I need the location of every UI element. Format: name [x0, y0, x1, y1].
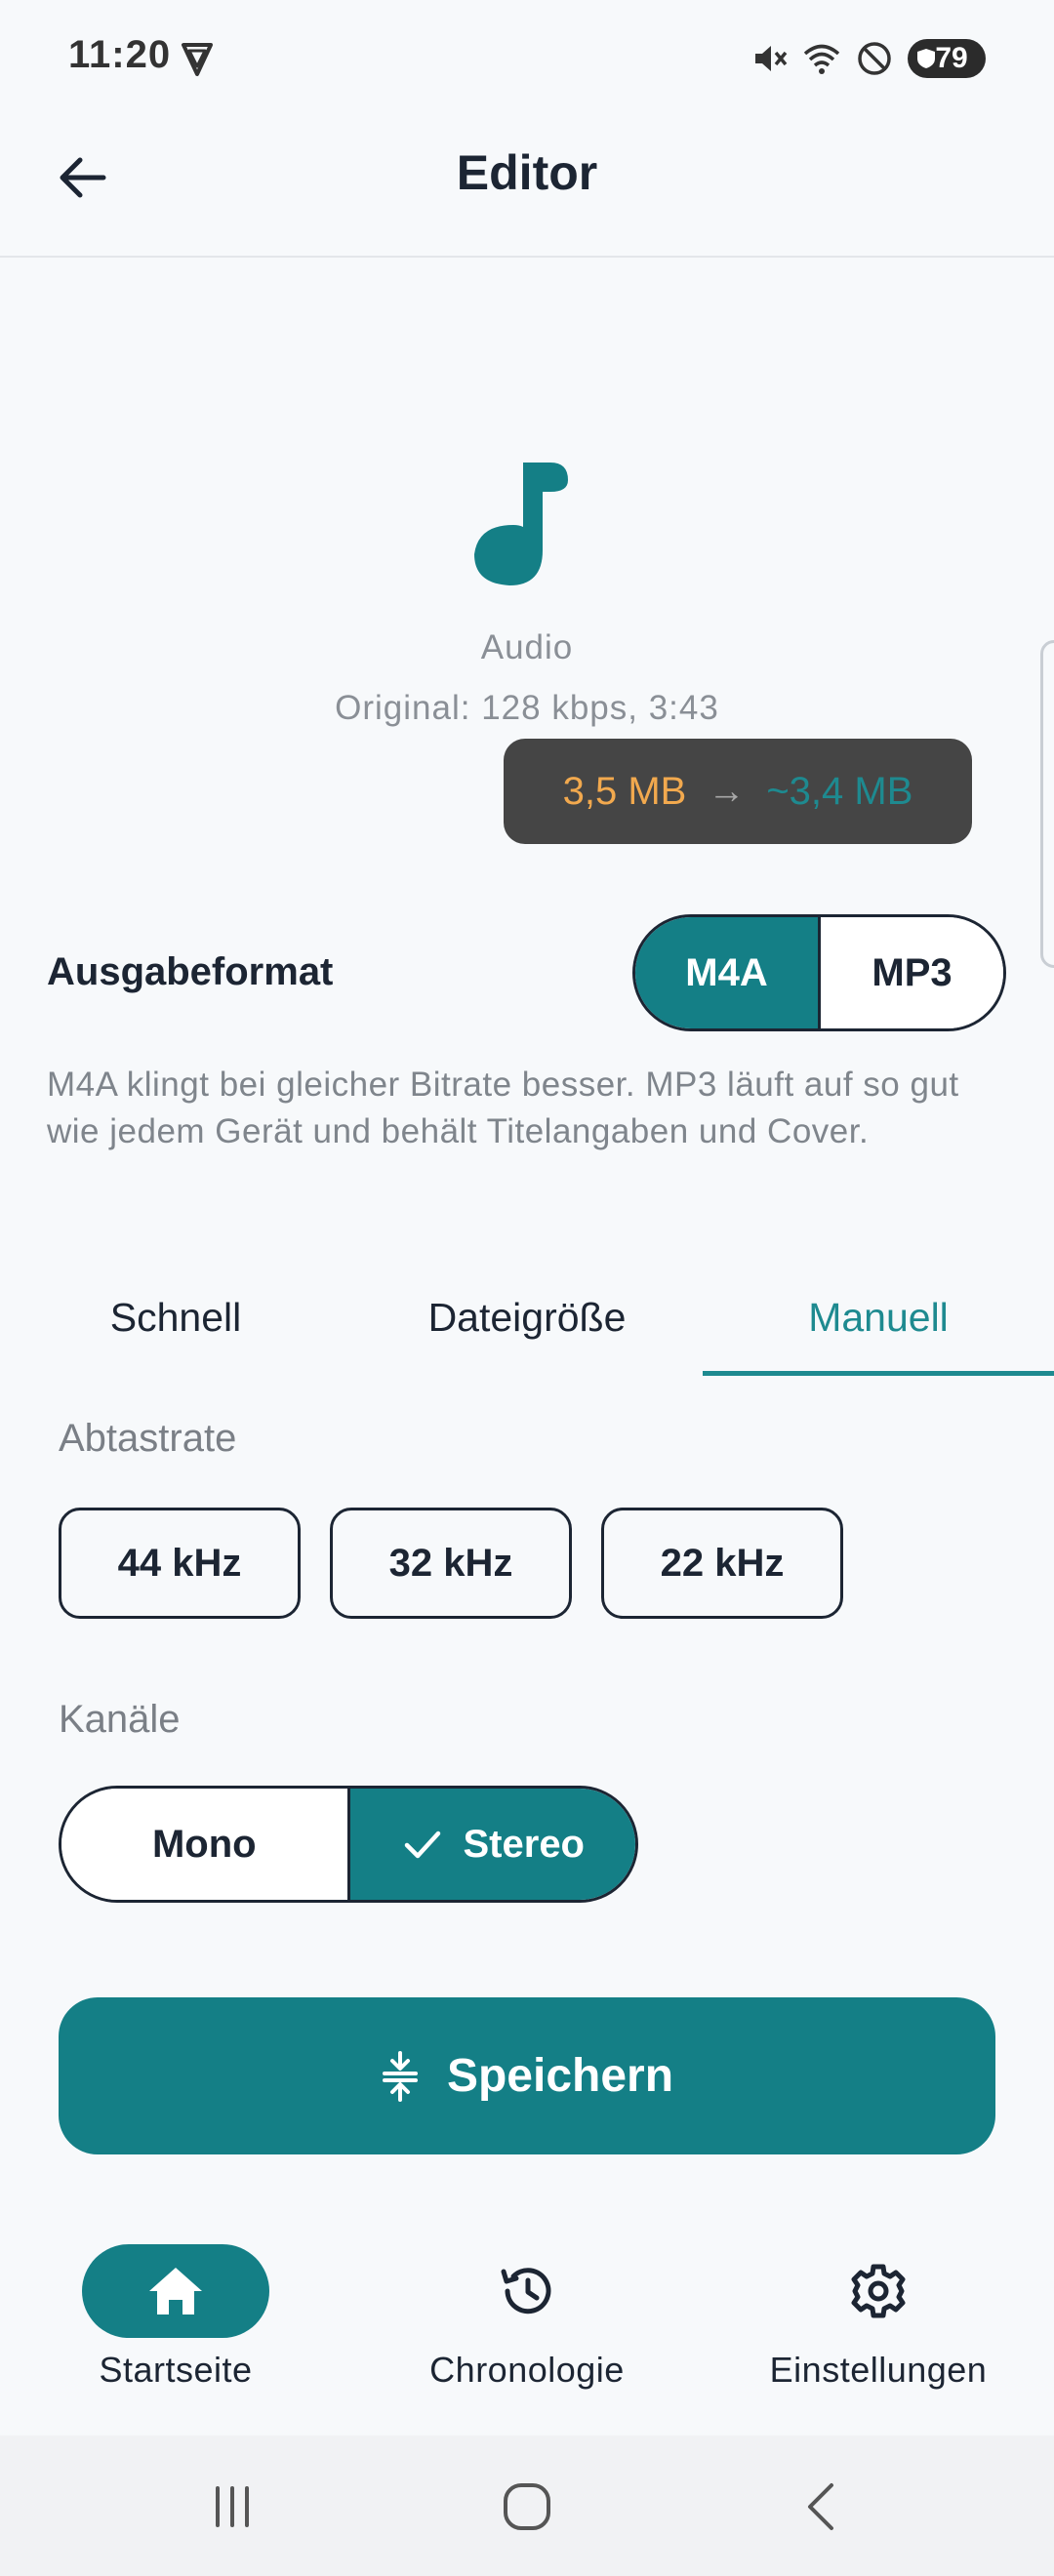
status-bar: 11:20 79 [0, 0, 1054, 117]
wifi-icon [803, 44, 840, 74]
home-icon [149, 2268, 202, 2314]
battery-icon: 79 [908, 39, 986, 78]
do-not-disturb-icon [858, 42, 891, 75]
sample-rate-label: Abtastrate [59, 1417, 237, 1460]
channels-label: Kanäle [59, 1698, 181, 1741]
format-description: M4A klingt bei gleicher Bitrate besser. … [47, 1066, 959, 1150]
media-original-info: Original: 128 kbps, 3:43 [335, 689, 719, 727]
channel-mono-label: Mono [151, 1822, 257, 1866]
size-estimate-badge: 3,5 MB → ~3,4 MB [504, 739, 972, 844]
channel-stereo-label: Stereo [463, 1822, 586, 1866]
status-time: 11:20 [68, 33, 172, 76]
size-original: 3,5 MB [562, 769, 687, 813]
sample-rate-22khz[interactable]: 22 kHz [601, 1508, 843, 1619]
recent-apps-button[interactable] [198, 2473, 266, 2541]
status-icons: 79 [750, 35, 986, 82]
battery-level: 79 [935, 42, 968, 74]
history-icon [501, 2268, 551, 2314]
home-button[interactable] [493, 2473, 561, 2541]
sample-rate-44khz[interactable]: 44 kHz [59, 1508, 301, 1619]
gear-icon [851, 2264, 906, 2318]
channel-option-stereo[interactable]: Stereo [349, 1789, 635, 1900]
save-button-label: Speichern [446, 2050, 674, 2102]
size-estimated: ~3,4 MB [766, 769, 913, 813]
format-option-mp3[interactable]: MP3 [821, 917, 1003, 1028]
save-button[interactable]: Speichern [59, 1997, 995, 2154]
mode-tabs: Schnell Dateigröße Manuell [0, 1259, 1054, 1376]
tab-manuell[interactable]: Manuell [703, 1259, 1054, 1376]
sample-rate-32khz[interactable]: 32 kHz [330, 1508, 572, 1619]
recent-apps-icon [216, 2486, 249, 2527]
system-navigation-bar [0, 2435, 1054, 2576]
channel-option-mono[interactable]: Mono [61, 1789, 350, 1900]
home-circle-icon [504, 2483, 550, 2530]
vpn-shield-icon [182, 43, 213, 76]
chevron-left-icon [808, 2483, 833, 2530]
nav-icon-wrapper [785, 2244, 972, 2338]
system-back-button[interactable] [789, 2473, 857, 2541]
output-format-label: Ausgabeformat [47, 950, 334, 993]
media-type: Audio [480, 628, 574, 666]
mute-icon [755, 46, 788, 71]
compress-icon [382, 2050, 418, 2102]
nav-icon-wrapper [433, 2244, 621, 2338]
bottom-navigation: Startseite Chronologie Einstellungen [0, 2217, 1054, 2435]
music-note-icon [474, 463, 568, 585]
scroll-handle[interactable] [1040, 640, 1054, 968]
format-toggle: M4A MP3 [632, 914, 1006, 1031]
nav-item-startseite[interactable]: Startseite [0, 2244, 351, 2391]
nav-label-chronologie: Chronologie [429, 2350, 625, 2390]
channels-toggle: Mono Stereo [59, 1786, 638, 1903]
arrow-right-icon: → [708, 770, 746, 812]
nav-item-einstellungen[interactable]: Einstellungen [703, 2244, 1054, 2391]
app-bar: Editor [0, 117, 1054, 258]
checkmark-icon [404, 1831, 440, 1859]
nav-label-einstellungen: Einstellungen [769, 2350, 988, 2390]
sample-rate-options: 44 kHz 32 kHz 22 kHz [59, 1508, 843, 1619]
nav-item-chronologie[interactable]: Chronologie [351, 2244, 703, 2391]
format-option-m4a[interactable]: M4A [635, 917, 821, 1028]
tab-schnell[interactable]: Schnell [0, 1259, 351, 1376]
nav-label-startseite: Startseite [99, 2350, 253, 2390]
tab-dateigroesse[interactable]: Dateigröße [351, 1259, 703, 1376]
nav-indicator [82, 2244, 269, 2338]
page-title: Editor [456, 145, 598, 200]
